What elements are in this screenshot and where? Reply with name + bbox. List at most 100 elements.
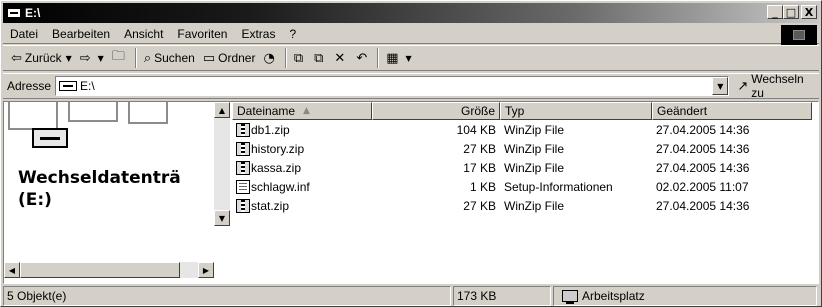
file-name: db1.zip <box>251 122 290 137</box>
file-modified: 27.04.2005 14:36 <box>656 160 750 175</box>
file-list: Dateiname ▲ Größe Typ Geändert db1.zip 1… <box>232 102 818 283</box>
file-row[interactable]: history.zip 27 KB WinZip File 27.04.2005… <box>232 139 818 158</box>
file-type: Setup-Informationen <box>504 179 613 194</box>
search-button[interactable]: ⌕ Suchen <box>140 47 199 69</box>
file-type: WinZip File <box>504 141 565 156</box>
column-header-name[interactable]: Dateiname ▲ <box>232 102 372 120</box>
setup-info-file-icon <box>236 179 250 194</box>
close-button[interactable]: X <box>801 5 817 19</box>
folders-button[interactable]: ▭ Ordner <box>199 47 260 69</box>
window-title: E:\ <box>25 6 41 20</box>
file-modified: 02.02.2005 11:07 <box>656 179 749 194</box>
drive-title: Wechseldatenträ <box>18 168 181 188</box>
toolbar-separator <box>134 48 137 68</box>
file-row[interactable]: kassa.zip 17 KB WinZip File 27.04.2005 1… <box>232 158 818 177</box>
status-total-size: 173 KB <box>453 286 551 306</box>
content-area: Wechseldatenträ (E:) ▲ ▼ ◀ ▶ Dateiname ▲… <box>3 101 819 284</box>
chevron-down-icon[interactable]: ▼ <box>406 54 412 63</box>
scroll-down-button[interactable]: ▼ <box>214 210 230 226</box>
forward-arrow-icon: ⇨ <box>79 50 91 66</box>
maximize-button[interactable]: □ <box>783 5 799 19</box>
undo-button[interactable]: ↶ <box>352 47 374 69</box>
folders-icon: ▭ <box>202 50 216 66</box>
go-arrow-icon: ↗ <box>737 78 749 94</box>
toolbar-separator <box>377 48 380 68</box>
history-button[interactable]: ◔ <box>259 47 281 69</box>
file-row[interactable]: db1.zip 104 KB WinZip File 27.04.2005 14… <box>232 120 818 139</box>
drive-letter: (E:) <box>18 190 52 210</box>
file-type: WinZip File <box>504 160 565 175</box>
zip-file-icon <box>236 160 250 175</box>
file-size: 1 KB <box>469 179 496 194</box>
move-to-icon: ⧉ <box>293 50 304 66</box>
file-modified: 27.04.2005 14:36 <box>656 122 750 137</box>
go-button[interactable]: ↗ Wechseln zu <box>737 72 819 100</box>
copy-to-button[interactable]: ⧉ <box>310 47 330 69</box>
column-headers: Dateiname ▲ Größe Typ Geändert <box>232 102 818 120</box>
address-bar: Adresse E:\ ▼ ↗ Wechseln zu <box>3 72 819 100</box>
menu-datei[interactable]: Datei <box>3 27 45 41</box>
drive-banner-graphic <box>8 102 198 162</box>
scroll-up-button[interactable]: ▲ <box>214 102 230 118</box>
menu-help[interactable]: ? <box>282 27 303 41</box>
scroll-right-button[interactable]: ▶ <box>198 262 214 278</box>
file-size: 17 KB <box>463 160 496 175</box>
file-type: WinZip File <box>504 122 565 137</box>
file-modified: 27.04.2005 14:36 <box>656 141 750 156</box>
column-header-size[interactable]: Größe <box>372 102 500 120</box>
move-to-button[interactable]: ⧉ <box>290 47 310 69</box>
drive-icon <box>7 8 21 18</box>
folders-label: Ordner <box>218 51 256 65</box>
scroll-left-button[interactable]: ◀ <box>4 262 20 278</box>
scroll-thumb[interactable] <box>20 262 180 278</box>
back-label: Zurück <box>24 51 62 65</box>
toolbar-separator <box>284 48 287 68</box>
back-arrow-icon: ⇦ <box>11 50 22 66</box>
file-name: history.zip <box>251 141 305 156</box>
copy-to-icon: ⧉ <box>314 50 324 66</box>
address-value: E:\ <box>80 79 95 93</box>
menu-favoriten[interactable]: Favoriten <box>170 27 234 41</box>
file-name: kassa.zip <box>251 160 302 175</box>
file-name: schlagw.inf <box>251 179 310 194</box>
views-icon: ▦ <box>386 50 399 66</box>
views-button[interactable]: ▦ ▼ <box>382 47 415 69</box>
search-label: Suchen <box>154 51 195 65</box>
file-type: WinZip File <box>504 198 565 213</box>
status-bar: 5 Objekt(e) 173 KB Arbeitsplatz <box>3 286 819 306</box>
menu-bearbeiten[interactable]: Bearbeiten <box>45 27 117 41</box>
file-size: 104 KB <box>456 122 496 137</box>
window-controls: _ □ X <box>767 5 817 19</box>
status-object-count: 5 Objekt(e) <box>3 286 451 306</box>
address-dropdown-button[interactable]: ▼ <box>712 77 729 95</box>
search-icon: ⌕ <box>143 50 152 66</box>
info-pane-horizontal-scrollbar[interactable]: ◀ ▶ <box>4 262 214 278</box>
menu-ansicht[interactable]: Ansicht <box>117 27 170 41</box>
back-button[interactable]: ⇦ Zurück ▼ <box>7 47 76 69</box>
menu-extras[interactable]: Extras <box>234 27 282 41</box>
column-header-modified[interactable]: Geändert <box>652 102 812 120</box>
delete-button[interactable]: ✕ <box>330 47 352 69</box>
zip-file-icon <box>236 198 250 213</box>
title-bar[interactable]: E:\ _ □ X <box>3 3 819 23</box>
status-location-label: Arbeitsplatz <box>582 289 645 303</box>
chevron-down-icon[interactable]: ▼ <box>98 54 104 63</box>
computer-icon <box>562 290 578 304</box>
undo-icon: ↶ <box>356 50 368 66</box>
address-label: Adresse <box>7 79 52 93</box>
info-pane-vertical-scrollbar[interactable]: ▲ ▼ <box>214 102 230 226</box>
up-button[interactable]: 🗀 <box>108 47 132 69</box>
address-input[interactable]: E:\ ▼ <box>55 76 730 96</box>
menu-bar: Datei Bearbeiten Ansicht Favoriten Extra… <box>3 25 819 45</box>
column-header-type[interactable]: Typ <box>500 102 652 120</box>
chevron-down-icon[interactable]: ▼ <box>66 54 72 63</box>
file-row[interactable]: schlagw.inf 1 KB Setup-Informationen 02.… <box>232 177 818 196</box>
up-folder-icon: 🗀 <box>111 49 125 64</box>
zip-file-icon <box>236 141 250 156</box>
toolbar: ⇦ Zurück ▼ ⇨ ▼ 🗀 ⌕ Suchen ▭ Ordner ◔ ⧉ ⧉ <box>3 45 819 71</box>
file-row[interactable]: stat.zip 27 KB WinZip File 27.04.2005 14… <box>232 196 818 215</box>
history-icon: ◔ <box>263 50 275 66</box>
go-label: Wechseln zu <box>751 72 804 100</box>
minimize-button[interactable]: _ <box>767 5 783 19</box>
forward-button[interactable]: ⇨ ▼ <box>76 47 108 69</box>
